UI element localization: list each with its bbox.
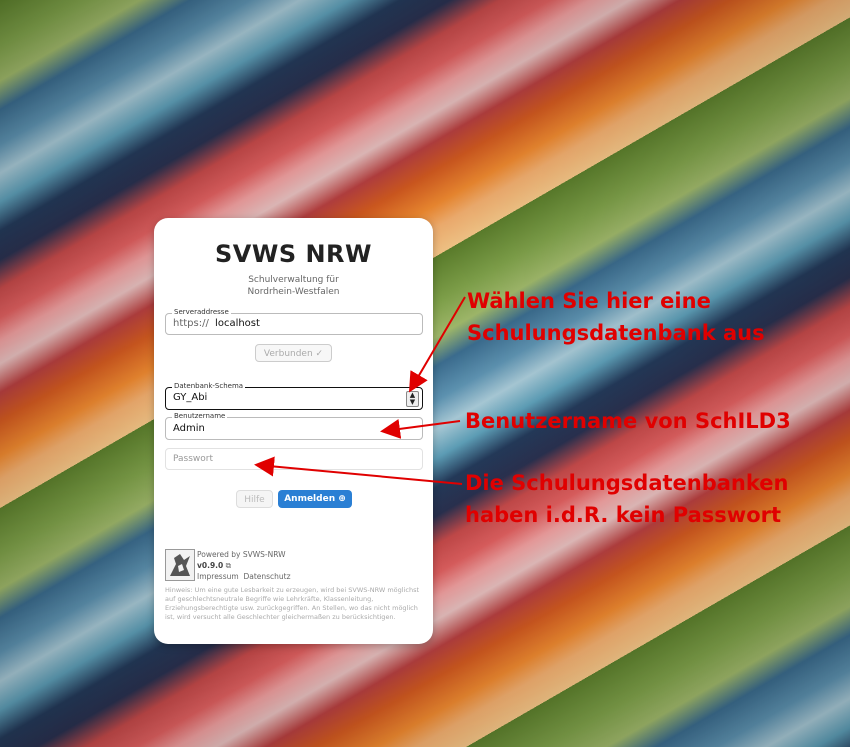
- annotation-schema: Wählen Sie hier eine Schulungsdatenbank …: [467, 289, 765, 345]
- annotation-password: Die Schulungsdatenbanken haben i.d.R. ke…: [465, 471, 789, 527]
- arrow-schema: [408, 296, 466, 393]
- annotation-arrows: [254, 296, 466, 485]
- arrow-username: [380, 418, 461, 439]
- annotation-username: Benutzername von SchILD3: [465, 409, 791, 433]
- arrow-password: [254, 456, 463, 485]
